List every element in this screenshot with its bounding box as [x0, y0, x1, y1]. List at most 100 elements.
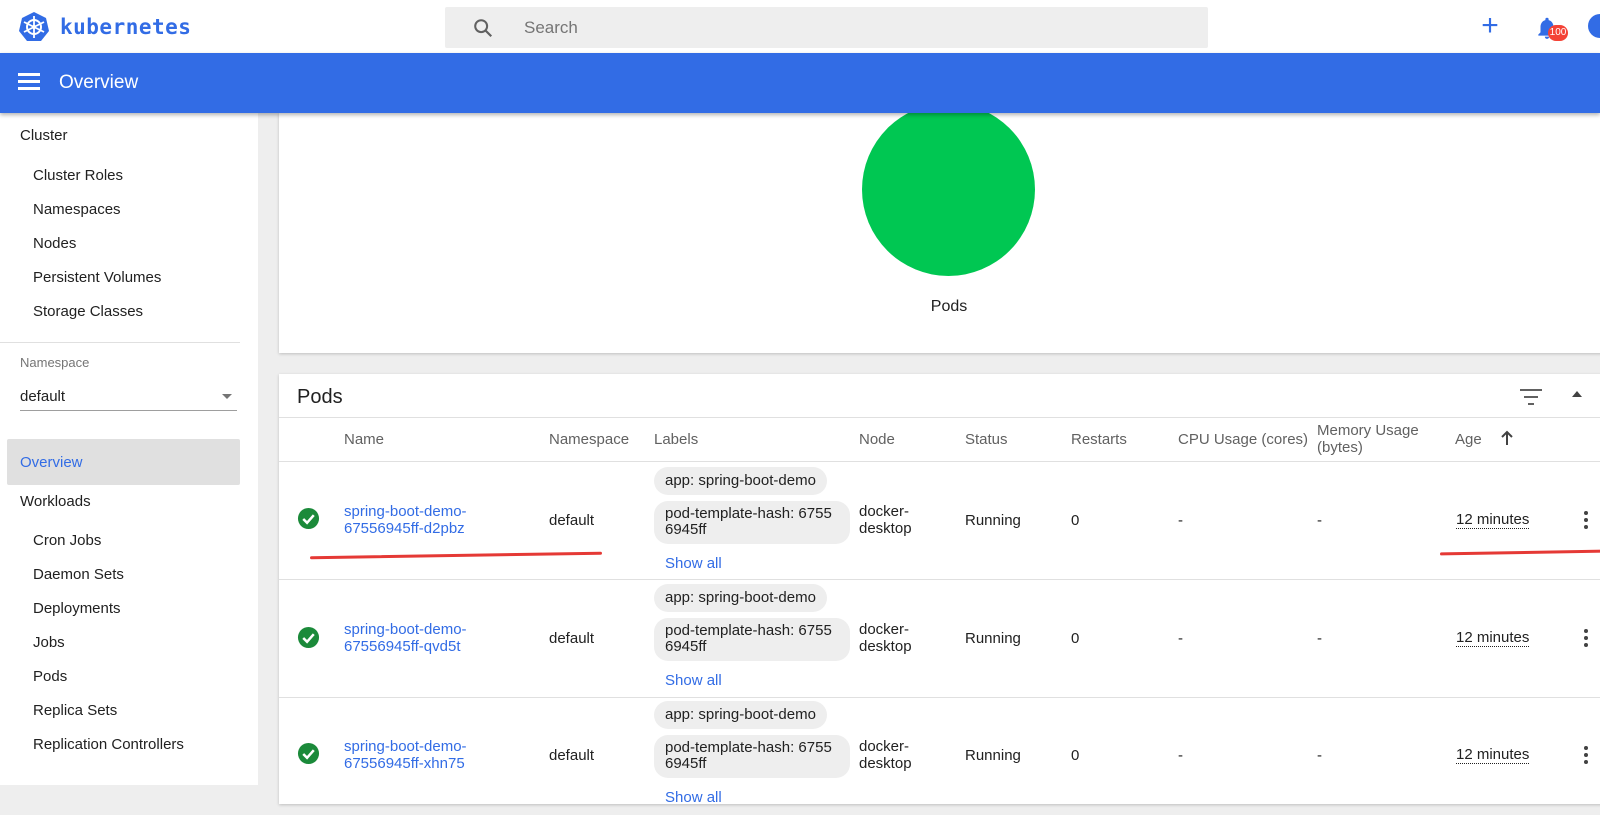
header-divider	[279, 417, 1600, 418]
pie-chart-label: Pods	[930, 298, 968, 315]
namespace-select[interactable]: default	[20, 385, 237, 411]
status-check-icon	[297, 626, 320, 649]
node-cell: docker- desktop	[859, 621, 912, 655]
pod-name-link[interactable]: spring-boot-demo- 67556945ff-qvd5t	[344, 621, 524, 655]
workload-status-card: Pods	[279, 103, 1600, 353]
node-line2: desktop	[859, 638, 912, 655]
label-chip-line1: pod-template-hash: 6755	[665, 622, 832, 639]
sidebar-item-cluster-roles[interactable]: Cluster Roles	[33, 167, 123, 184]
cpu-cell: -	[1178, 512, 1183, 529]
sidebar-item-storage-classes[interactable]: Storage Classes	[33, 303, 143, 320]
create-button[interactable]: +	[1476, 11, 1504, 41]
namespace-label: Namespace	[20, 355, 90, 370]
column-header-namespace[interactable]: Namespace	[549, 431, 629, 448]
sidebar-item-label: Overview	[20, 454, 83, 471]
namespace-cell: default	[549, 747, 595, 764]
collapse-arrow-icon[interactable]	[1572, 391, 1582, 397]
label-chip-line2: 6945ff	[665, 755, 707, 772]
label-chip-line2: 6945ff	[665, 521, 707, 538]
sidebar-item-persistent-volumes[interactable]: Persistent Volumes	[33, 269, 161, 286]
status-cell: Running	[965, 630, 1021, 647]
pod-name-line1: spring-boot-demo-	[344, 621, 467, 638]
label-chip-line1: pod-template-hash: 6755	[665, 505, 832, 522]
label-chip: app: spring-boot-demo	[654, 584, 827, 612]
kubernetes-logo-icon[interactable]	[18, 11, 50, 43]
title-bar: Overview	[0, 53, 1600, 113]
sidebar-item-pods[interactable]: Pods	[33, 668, 67, 685]
memory-cell: -	[1317, 630, 1322, 647]
pod-name-line1: spring-boot-demo-	[344, 503, 467, 520]
sort-ascending-arrow-icon[interactable]	[1500, 430, 1514, 446]
pod-name-line2: 67556945ff-d2pbz	[344, 520, 465, 537]
hamburger-menu-icon[interactable]	[18, 73, 40, 91]
label-chip: pod-template-hash: 6755 6945ff	[654, 735, 850, 778]
show-all-labels-link[interactable]: Show all	[665, 555, 722, 572]
sidebar-heading-cluster[interactable]: Cluster	[20, 127, 68, 144]
column-header-restarts[interactable]: Restarts	[1071, 431, 1127, 448]
node-cell: docker- desktop	[859, 738, 912, 772]
more-vert-icon[interactable]	[1583, 629, 1589, 649]
memory-cell: -	[1317, 747, 1322, 764]
column-header-age[interactable]: Age	[1455, 431, 1482, 448]
page-title: Overview	[59, 72, 139, 93]
sidebar-item-deployments[interactable]: Deployments	[33, 600, 121, 617]
status-cell: Running	[965, 512, 1021, 529]
status-check-icon	[297, 742, 320, 765]
brand-name[interactable]: kubernetes	[60, 15, 191, 39]
node-line1: docker-	[859, 621, 910, 638]
more-vert-icon[interactable]	[1583, 746, 1589, 766]
sidebar-item-nodes[interactable]: Nodes	[33, 235, 76, 252]
node-line2: desktop	[859, 520, 912, 537]
namespace-cell: default	[549, 630, 595, 647]
sidebar-item-jobs[interactable]: Jobs	[33, 634, 65, 651]
age-cell: 12 minutes	[1456, 629, 1530, 647]
pie-slice-running	[862, 103, 1035, 276]
sidebar-item-cron-jobs[interactable]: Cron Jobs	[33, 532, 101, 549]
filter-icon[interactable]	[1520, 388, 1542, 406]
pod-name-link[interactable]: spring-boot-demo- 67556945ff-xhn75	[344, 738, 524, 772]
sidebar-item-replication-controllers[interactable]: Replication Controllers	[33, 736, 184, 753]
namespace-selected-value: default	[20, 388, 66, 405]
column-header-memory: Memory Usage (bytes)	[1317, 422, 1419, 456]
account-icon[interactable]	[1588, 14, 1600, 38]
table-row: spring-boot-demo- 67556945ff-qvd5t defau…	[279, 580, 1600, 697]
status-cell: Running	[965, 747, 1021, 764]
table-row: spring-boot-demo- 67556945ff-xhn75 defau…	[279, 698, 1600, 815]
memory-cell: -	[1317, 512, 1322, 529]
column-header-name[interactable]: Name	[344, 431, 384, 448]
dropdown-caret-icon	[222, 394, 232, 399]
restarts-cell: 0	[1071, 512, 1080, 529]
label-chip: pod-template-hash: 6755 6945ff	[654, 618, 850, 661]
label-chip: app: spring-boot-demo	[654, 467, 827, 495]
sidebar-item-replica-sets[interactable]: Replica Sets	[33, 702, 117, 719]
node-cell: docker- desktop	[859, 503, 912, 537]
namespace-cell: default	[549, 512, 595, 529]
node-line1: docker-	[859, 738, 910, 755]
column-header-labels: Labels	[654, 431, 699, 448]
column-header-node[interactable]: Node	[859, 431, 895, 448]
age-cell: 12 minutes	[1456, 511, 1530, 529]
show-all-labels-link[interactable]: Show all	[665, 672, 722, 689]
search-icon	[474, 19, 493, 38]
sidebar-item-namespaces[interactable]: Namespaces	[33, 201, 121, 218]
pods-status-pie-chart	[862, 103, 1035, 276]
pod-name-line2: 67556945ff-qvd5t	[344, 638, 461, 655]
pod-name-link[interactable]: spring-boot-demo- 67556945ff-d2pbz	[344, 503, 524, 537]
sidebar-heading-workloads[interactable]: Workloads	[20, 493, 91, 510]
column-header-cpu: CPU Usage (cores)	[1178, 431, 1309, 448]
more-vert-icon[interactable]	[1583, 511, 1589, 531]
label-chip: app: spring-boot-demo	[654, 701, 827, 729]
sidebar-item-overview[interactable]: Overview	[7, 439, 240, 485]
notification-count-badge: 100	[1548, 25, 1568, 41]
node-line1: docker-	[859, 503, 910, 520]
pods-card-title: Pods	[297, 386, 343, 408]
column-header-status[interactable]: Status	[965, 431, 1008, 448]
sidebar-item-daemon-sets[interactable]: Daemon Sets	[33, 566, 124, 583]
pods-card: Pods Name Namespace Labels Node Status R…	[279, 374, 1600, 806]
cpu-cell: -	[1178, 630, 1183, 647]
label-chip-line2: 6945ff	[665, 638, 707, 655]
search-input[interactable]	[524, 17, 1124, 39]
search-bar[interactable]	[445, 7, 1208, 48]
show-all-labels-link[interactable]: Show all	[665, 789, 722, 806]
cpu-cell: -	[1178, 747, 1183, 764]
